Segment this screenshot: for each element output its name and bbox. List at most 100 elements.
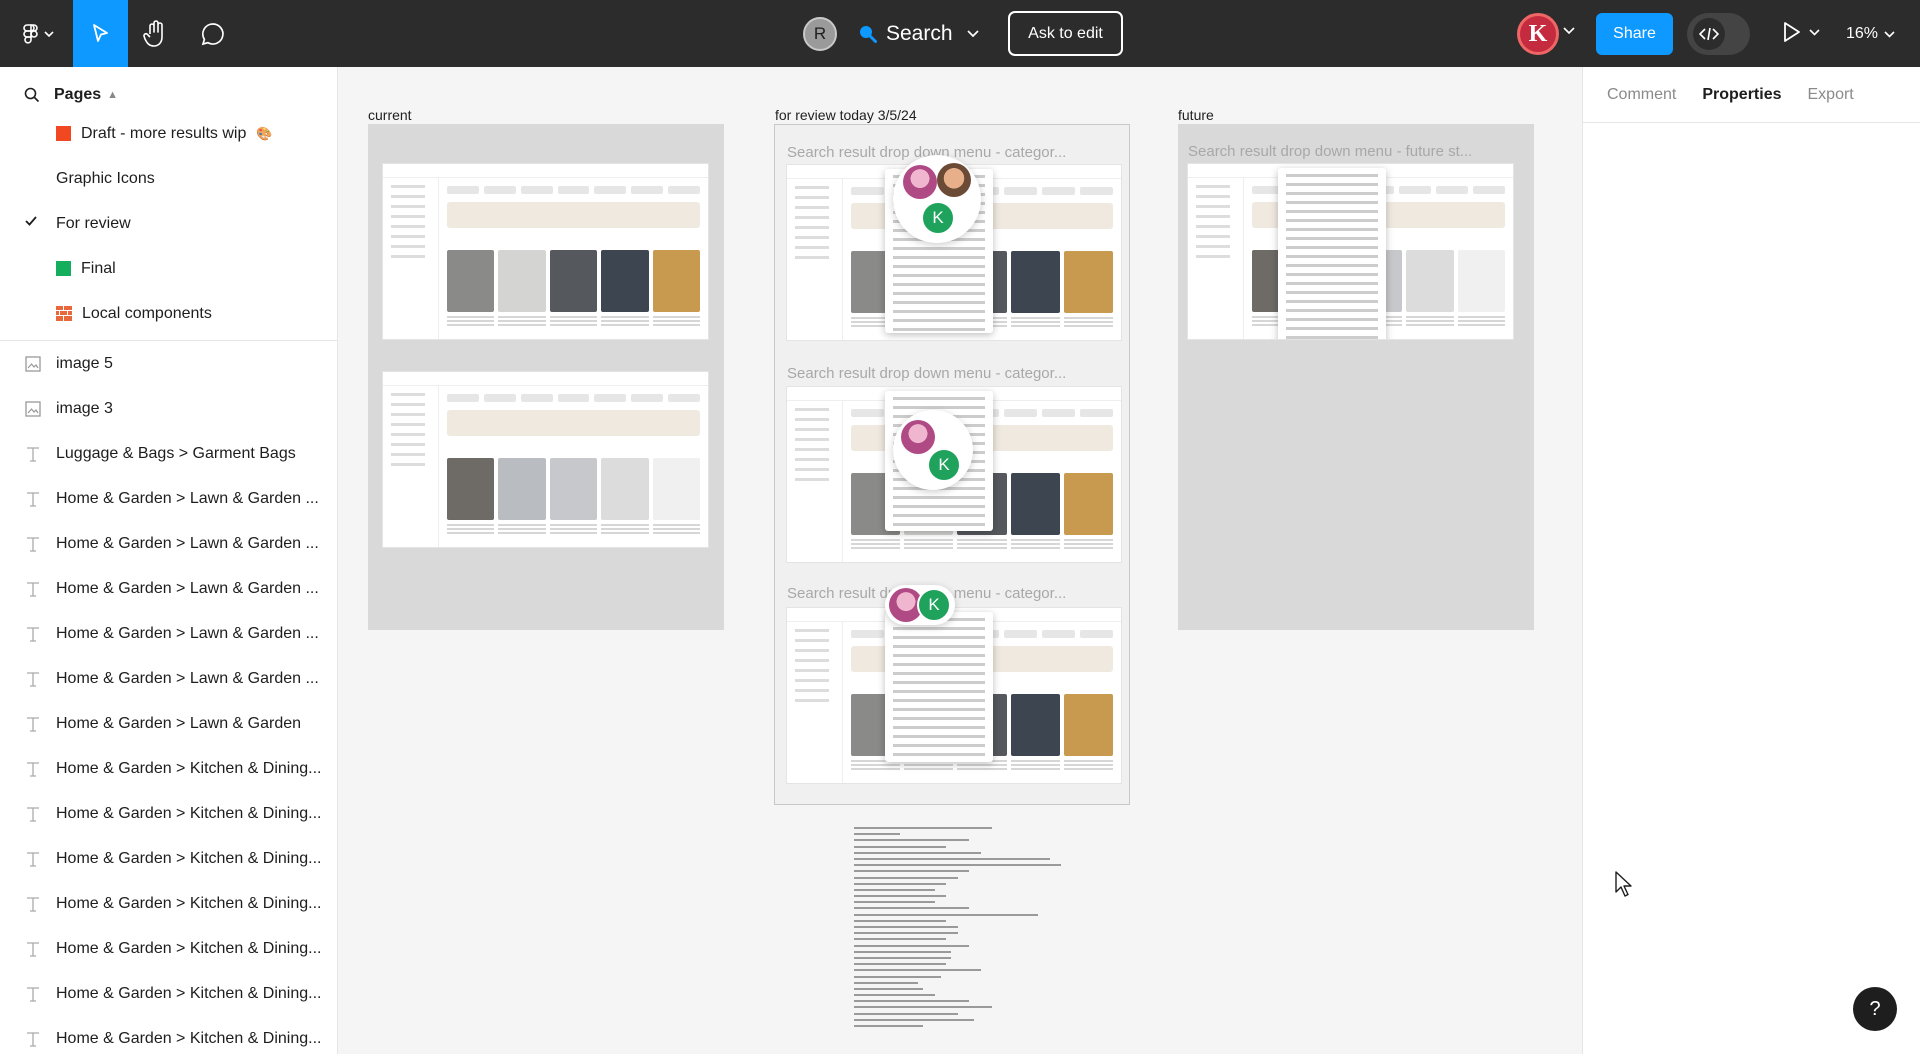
page-item-graphic-icons[interactable]: Graphic Icons (0, 156, 337, 201)
layer-label: Home & Garden > Lawn & Garden ... (56, 579, 319, 597)
text-icon (24, 761, 42, 777)
panel-tabs: Comment Properties Export (1583, 67, 1920, 123)
frame-subtitle: Search result drop down menu - future st… (1188, 143, 1473, 160)
layer-item[interactable]: Home & Garden > Kitchen & Dining... (0, 791, 337, 836)
layer-item[interactable]: image 3 (0, 386, 337, 431)
layer-item[interactable]: Home & Garden > Lawn & Garden ... (0, 476, 337, 521)
help-button[interactable]: ? (1853, 987, 1897, 1031)
layers-panel: Pages ▲ Draft - more results wip 🎨 Graph… (0, 67, 338, 1054)
layer-item[interactable]: Home & Garden > Lawn & Garden (0, 701, 337, 746)
zoom-menu[interactable]: 16% (1846, 21, 1895, 47)
text-icon (24, 806, 42, 822)
tab-export[interactable]: Export (1808, 86, 1854, 104)
play-icon (1784, 22, 1800, 42)
user-avatar-r[interactable]: R (803, 17, 837, 51)
text-icon (24, 851, 42, 867)
text-icon (24, 491, 42, 507)
layer-label: Home & Garden > Kitchen & Dining... (56, 894, 322, 912)
cursor-arrow-icon (92, 23, 108, 42)
layer-item[interactable]: Home & Garden > Lawn & Garden ... (0, 521, 337, 566)
frame-label-future[interactable]: future (1178, 107, 1214, 123)
layer-label: image 3 (56, 399, 113, 417)
avatar (937, 163, 971, 197)
layer-item[interactable]: Luggage & Bags > Garment Bags (0, 431, 337, 476)
layer-label: Home & Garden > Lawn & Garden (56, 714, 302, 732)
collaborator-cursor: K (893, 155, 981, 243)
code-icon (1693, 18, 1725, 50)
red-square-icon (56, 126, 71, 141)
layer-item[interactable]: Home & Garden > Lawn & Garden ... (0, 656, 337, 701)
tab-properties[interactable]: Properties (1702, 86, 1781, 104)
frame-future[interactable]: Search result drop down menu - future st… (1178, 124, 1534, 630)
speech-bubble-icon (201, 22, 224, 45)
page-item-final[interactable]: Final (0, 246, 337, 291)
search-dropdown (1278, 168, 1386, 339)
layer-item[interactable]: Home & Garden > Kitchen & Dining... (0, 836, 337, 881)
present-button[interactable] (1783, 21, 1820, 43)
page-label: For review (56, 214, 131, 232)
page-item-for-review[interactable]: For review (0, 201, 337, 246)
layer-list: image 5 image 3 Luggage & Bags > Garment B… (0, 341, 337, 1054)
layer-item[interactable]: Home & Garden > Lawn & Garden ... (0, 566, 337, 611)
share-button[interactable]: Share (1596, 13, 1673, 55)
collaborator-cursor: K (885, 585, 955, 625)
image-icon (24, 355, 42, 372)
hand-tool-button[interactable] (128, 0, 183, 67)
text-icon (24, 941, 42, 957)
page-item-local-components[interactable]: Local components (0, 291, 337, 336)
screenshot-thumbnail (383, 372, 708, 547)
collaborator-badge: K (921, 201, 955, 235)
image-icon (24, 400, 42, 417)
layer-item[interactable]: Home & Garden > Kitchen & Dining... (0, 746, 337, 791)
main-menu-button[interactable] (8, 0, 68, 67)
frame-current[interactable] (368, 124, 724, 630)
layer-label: Home & Garden > Kitchen & Dining... (56, 939, 322, 957)
layer-item[interactable]: Home & Garden > Kitchen & Dining... (0, 1016, 337, 1054)
frame-for-review[interactable]: Search result drop down menu - categor..… (774, 124, 1130, 805)
frame-label-review[interactable]: for review today 3/5/24 (775, 107, 917, 123)
chevron-down-icon[interactable] (1563, 27, 1575, 35)
mouse-pointer-icon (1615, 871, 1632, 897)
chevron-down-icon (1809, 28, 1820, 36)
layer-label: Home & Garden > Kitchen & Dining... (56, 1029, 322, 1047)
text-icon (24, 986, 42, 1002)
layer-label: Home & Garden > Kitchen & Dining... (56, 984, 322, 1002)
category-text-list[interactable] (854, 827, 1084, 1031)
layer-item[interactable]: Home & Garden > Kitchen & Dining... (0, 971, 337, 1016)
screenshot-thumbnail (1188, 164, 1513, 339)
dev-mode-toggle[interactable] (1687, 13, 1750, 55)
layer-item[interactable]: Home & Garden > Kitchen & Dining... (0, 926, 337, 971)
text-icon (24, 446, 42, 462)
collaborator-cursor: K (893, 410, 973, 490)
page-item-draft[interactable]: Draft - more results wip 🎨 (0, 111, 337, 156)
search-icon (860, 26, 877, 43)
text-icon (24, 626, 42, 642)
chevron-up-icon[interactable]: ▲ (107, 89, 118, 101)
layer-label: Luggage & Bags > Garment Bags (56, 444, 296, 462)
properties-panel: Comment Properties Export ? (1582, 67, 1920, 1054)
frame-label-current[interactable]: current (368, 107, 412, 123)
search-dropdown (885, 612, 993, 762)
layer-label: Home & Garden > Lawn & Garden ... (56, 489, 319, 507)
frame-subtitle: Search result drop down menu - categor..… (787, 365, 1067, 382)
page-label: Final (81, 259, 116, 277)
tab-comment[interactable]: Comment (1607, 86, 1676, 104)
palette-icon: 🎨 (256, 125, 273, 141)
move-tool-button[interactable] (73, 0, 128, 67)
layer-item[interactable]: image 5 (0, 341, 337, 386)
layer-label: Home & Garden > Kitchen & Dining... (56, 849, 322, 867)
ask-to-edit-button[interactable]: Ask to edit (1008, 11, 1123, 56)
layer-label: Home & Garden > Lawn & Garden ... (56, 669, 319, 687)
layer-item[interactable]: Home & Garden > Kitchen & Dining... (0, 881, 337, 926)
canvas[interactable]: current for review today 3/5/24 future S… (338, 67, 1582, 1054)
search-button[interactable]: Search (858, 17, 979, 51)
collaborator-badge: K (927, 448, 961, 482)
comment-tool-button[interactable] (185, 0, 240, 67)
collaborator-badge: K (917, 588, 951, 622)
text-icon (24, 671, 42, 687)
page-label: Draft - more results wip (81, 124, 247, 142)
layer-item[interactable]: Home & Garden > Lawn & Garden ... (0, 611, 337, 656)
avatar (903, 165, 937, 199)
screenshot-thumbnail (787, 608, 1121, 783)
user-avatar-k[interactable]: K (1517, 13, 1559, 55)
